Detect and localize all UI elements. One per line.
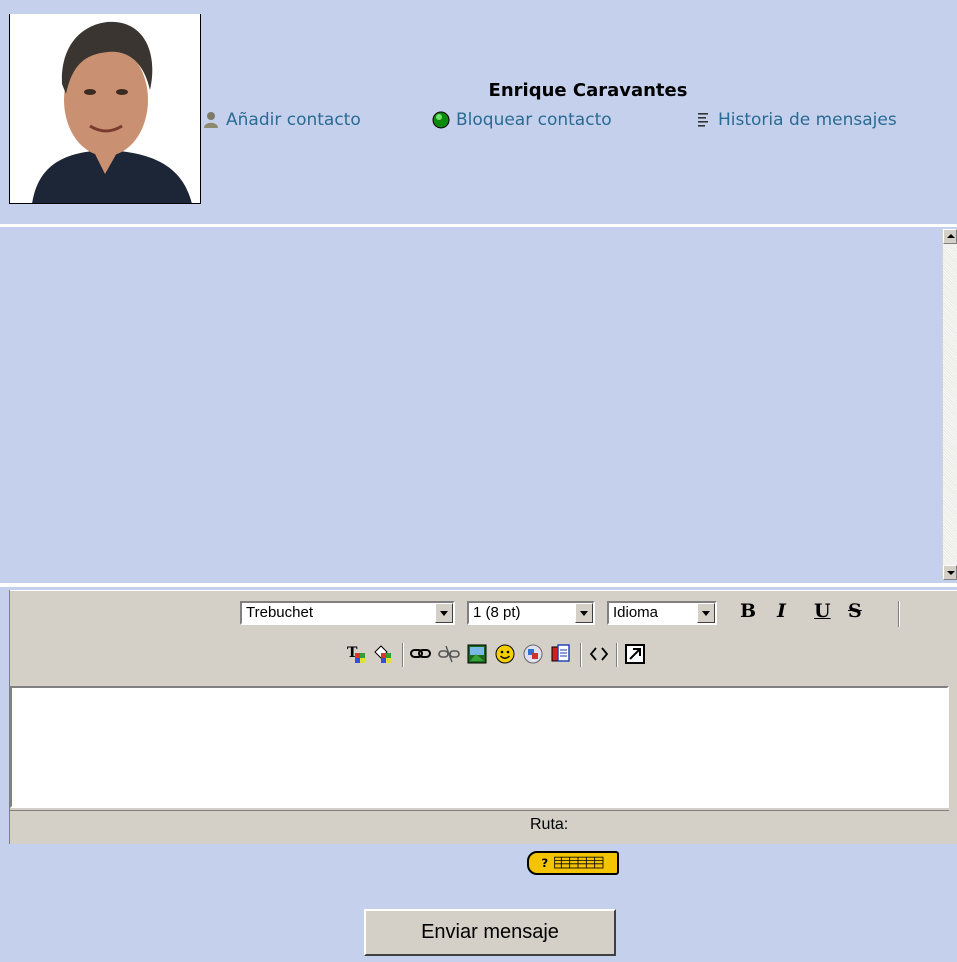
avatar-photo [10, 14, 200, 203]
keyboard-help-button[interactable]: ? [527, 851, 619, 875]
toolbar-separator [580, 643, 582, 667]
background-color-icon[interactable] [372, 643, 394, 665]
italic-button[interactable]: I [777, 600, 786, 622]
maximize-icon[interactable] [624, 643, 646, 665]
editor-toolbar: Trebuchet 1 (8 pt) Idioma B I U S T [10, 590, 957, 684]
path-bar: Ruta: [10, 810, 949, 840]
block-contact-label: Bloquear contacto [456, 110, 612, 130]
contact-header: Enrique Caravantes Añadir contacto Bloqu… [0, 14, 957, 220]
scroll-down-button[interactable] [943, 565, 957, 580]
green-status-icon [432, 111, 450, 129]
bold-button[interactable]: B [740, 600, 756, 622]
font-size-value: 1 (8 pt) [473, 604, 521, 621]
font-size-select[interactable]: 1 (8 pt) [467, 601, 595, 625]
svg-text:?: ? [541, 856, 548, 870]
chevron-down-icon [697, 603, 715, 623]
font-family-value: Trebuchet [246, 604, 313, 621]
smiley-icon[interactable] [494, 643, 516, 665]
message-history-label: Historia de mensajes [718, 110, 897, 130]
add-contact-link[interactable]: Añadir contacto [202, 110, 361, 130]
message-history-area [0, 229, 942, 580]
message-scrollbar[interactable] [942, 229, 957, 580]
contact-name: Enrique Caravantes [488, 80, 688, 101]
toolbar-separator [616, 643, 618, 667]
link-icon[interactable] [410, 643, 432, 665]
path-label: Ruta: [530, 816, 569, 833]
contact-avatar [9, 14, 201, 204]
unlink-icon[interactable] [438, 643, 460, 665]
send-message-button[interactable]: Enviar mensaje [364, 909, 616, 956]
object-icon[interactable] [522, 643, 544, 665]
language-select[interactable]: Idioma [607, 601, 717, 625]
language-value: Idioma [613, 604, 659, 621]
image-icon[interactable] [466, 643, 488, 665]
person-icon [204, 112, 218, 128]
text-color-icon[interactable]: T [346, 643, 368, 665]
message-editor: Trebuchet 1 (8 pt) Idioma B I U S T Ruta… [9, 590, 957, 844]
messages-divider [0, 583, 957, 587]
underline-button[interactable]: U [814, 600, 831, 622]
header-divider [0, 224, 957, 227]
paste-document-icon[interactable] [550, 643, 572, 665]
font-family-select[interactable]: Trebuchet [240, 601, 455, 625]
scroll-up-button[interactable] [943, 229, 957, 244]
strikethrough-button[interactable]: S [848, 600, 862, 622]
message-history-link[interactable]: Historia de mensajes [696, 110, 897, 130]
toolbar-separator [402, 643, 404, 667]
html-source-icon[interactable] [588, 643, 610, 665]
message-input[interactable] [10, 686, 949, 808]
block-contact-link[interactable]: Bloquear contacto [432, 110, 612, 130]
chevron-down-icon [435, 603, 453, 623]
add-contact-label: Añadir contacto [226, 110, 361, 130]
history-list-icon [698, 113, 708, 127]
toolbar-separator [898, 601, 900, 627]
chevron-down-icon [575, 603, 593, 623]
